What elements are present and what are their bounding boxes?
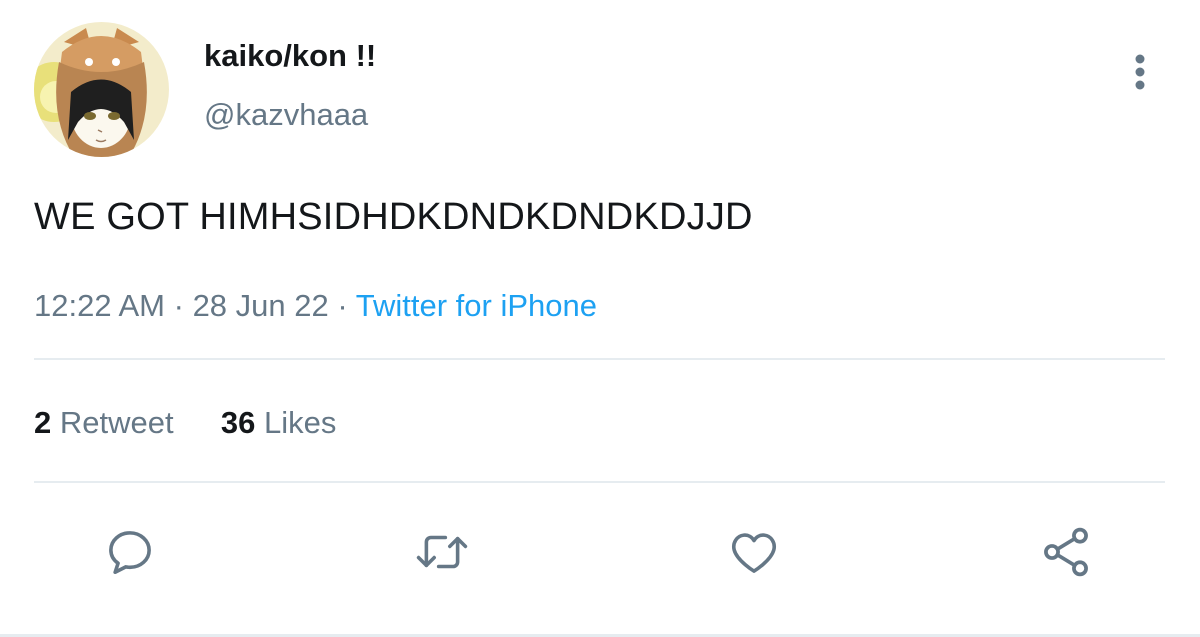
tweet-source-link[interactable]: Twitter for iPhone: [356, 288, 597, 323]
likes-label: Likes: [263, 405, 337, 440]
more-vertical-icon: [1135, 54, 1145, 90]
tweet-text: WE GOT HIMHSIDHDKDNDKDNDKDJJD: [34, 196, 753, 238]
avatar[interactable]: [34, 22, 169, 157]
retweet-icon: [416, 535, 468, 569]
share-button[interactable]: [1034, 520, 1098, 584]
reply-button[interactable]: [98, 520, 162, 584]
likes-count: 36: [220, 405, 256, 440]
reply-icon: [109, 531, 151, 575]
more-options-button[interactable]: [1118, 50, 1162, 94]
like-button[interactable]: [722, 520, 786, 584]
divider: [34, 481, 1165, 483]
retweets-label: Retweet: [59, 405, 174, 440]
user-handle[interactable]: @kazvhaaa: [204, 97, 368, 133]
divider: [34, 358, 1165, 360]
meta-separator: ·: [337, 288, 348, 323]
meta-separator: ·: [173, 288, 184, 323]
tweet-meta: 12:22 AM · 28 Jun 22 · Twitter for iPhon…: [34, 288, 597, 324]
retweets-stat[interactable]: 2 Retweet: [34, 405, 174, 440]
tweet-time: 12:22 AM: [34, 288, 165, 323]
heart-icon: [732, 533, 776, 573]
likes-stat[interactable]: 36 Likes: [221, 405, 336, 440]
display-name[interactable]: kaiko/kon !!: [204, 38, 376, 74]
share-icon: [1044, 527, 1088, 577]
retweets-count: 2: [34, 405, 52, 440]
retweet-button[interactable]: [410, 520, 474, 584]
tweet-card: kaiko/kon !! @kazvhaaa WE GOT HIMHSIDHDK…: [0, 0, 1200, 637]
avatar-illustration: [34, 22, 169, 157]
tweet-date: 28 Jun 22: [192, 288, 329, 323]
tweet-stats: 2 Retweet 36 Likes: [34, 405, 336, 441]
